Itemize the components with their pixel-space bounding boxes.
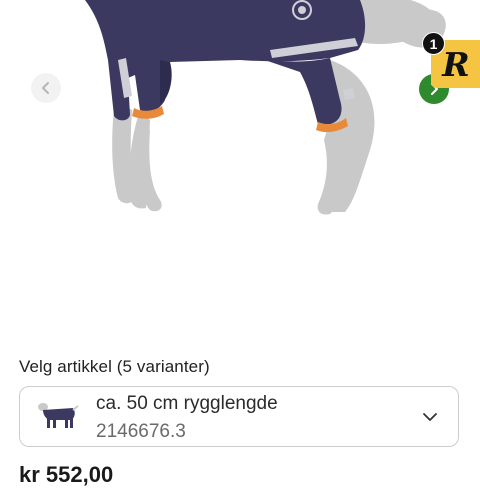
product-image [85, 0, 446, 215]
variant-name: ca. 50 cm rygglengde [96, 393, 278, 414]
product-price: kr 552,00 [19, 462, 114, 487]
variant-sku: 2146676.3 [96, 421, 186, 442]
chevron-down-icon [423, 413, 437, 421]
chevron-left-icon [42, 82, 49, 94]
variant-select[interactable]: ca. 50 cm rygglengde 2146676.3 [19, 386, 459, 447]
product-image-gallery: R 1 [0, 0, 480, 345]
coat-shape [85, 0, 366, 133]
variant-section-title: Velg artikkel (5 varianter) [19, 357, 210, 376]
notification-count: 1 [422, 32, 445, 55]
reward-badge-letter: R [442, 44, 470, 84]
gallery-prev-button[interactable] [31, 73, 61, 103]
variant-thumbnail [35, 398, 79, 432]
